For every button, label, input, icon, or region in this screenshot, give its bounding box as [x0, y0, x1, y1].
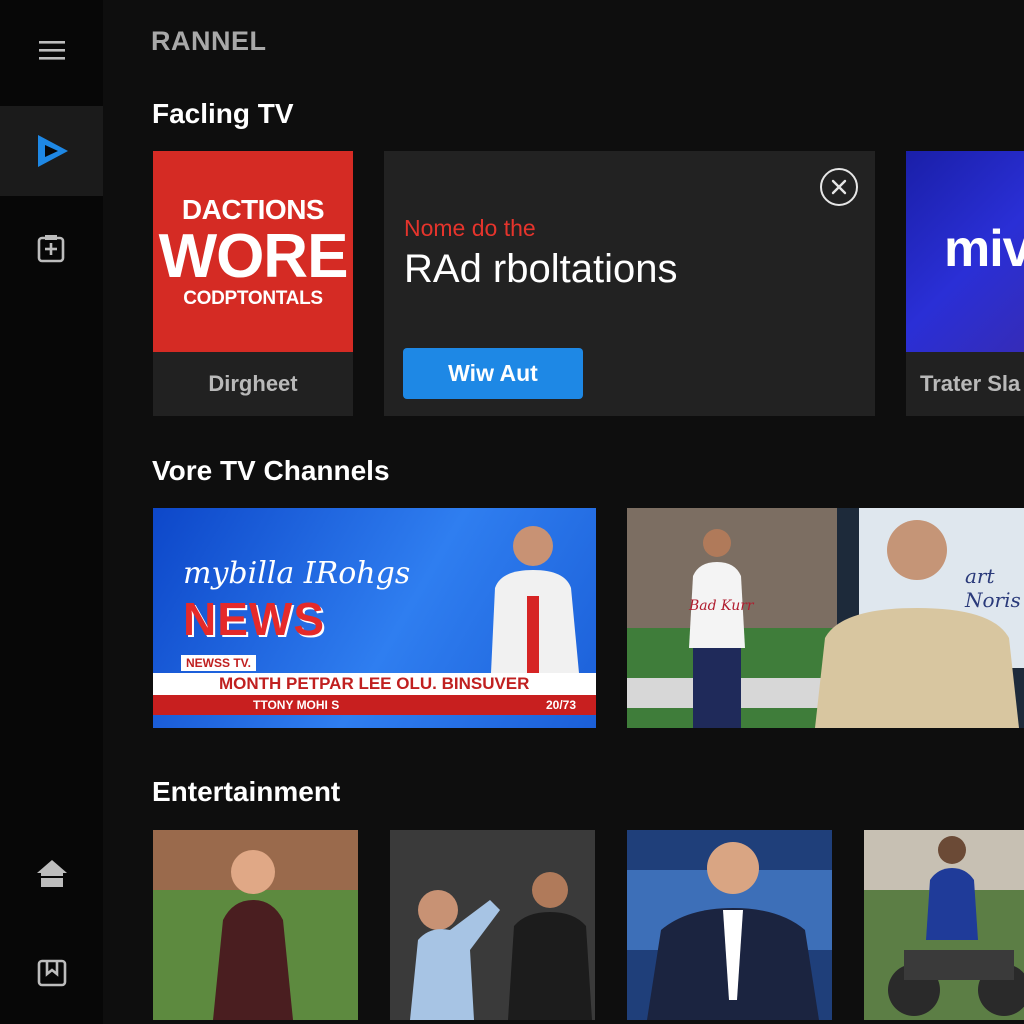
entertainment-thumb-2-image [390, 830, 595, 1020]
promo-close-button[interactable] [820, 168, 858, 206]
artwork-brand-text: miv [944, 220, 1024, 278]
studio-screen-text: art Noris [965, 564, 1021, 612]
sidebar-item-home[interactable] [0, 848, 103, 900]
download-box-icon [37, 959, 66, 987]
sidebar-item-play[interactable] [0, 106, 103, 196]
featured-tile-1-caption: Dirgheet [208, 371, 298, 396]
main-content: RANNEL Facling TV DACTIONS WORE CODPTONT… [103, 0, 1024, 1024]
sidebar-item-downloads[interactable] [0, 946, 103, 998]
news-logo-text: NEWS [183, 593, 325, 645]
artwork-line-2: WORE [158, 221, 349, 291]
featured-tile-3-caption: Trater Sla [920, 371, 1021, 396]
entertainment-thumb-1[interactable] [153, 830, 358, 1020]
news-script-title: mybilla IRohgs [183, 556, 411, 591]
promo-headline: RAd rboltations [404, 247, 678, 291]
section-title-featured: Facling TV [152, 98, 294, 129]
news-subticker-right: 20/73 [545, 698, 576, 712]
featured-tile-3[interactable]: miv Trater Sla [906, 151, 1024, 416]
entertainment-thumb-3[interactable] [627, 830, 832, 1020]
artwork-line-3: CODPTONTALS [183, 287, 323, 309]
promo-kicker: Nome do the [404, 215, 536, 241]
entertainment-thumb-4-image [864, 830, 1024, 1020]
news-subticker: TTONY MOHI S 20/73 [153, 695, 596, 715]
app-brand: RANNEL [151, 26, 267, 56]
close-icon [831, 179, 847, 195]
entertainment-thumb-3-image [627, 830, 832, 1020]
news-ticker: MONTH PETPAR LEE OLU. BINSUVER [153, 673, 596, 695]
promo-cta-button[interactable]: Wiw Aut [403, 348, 583, 399]
featured-tile-1[interactable]: DACTIONS WORE CODPTONTALS Dirgheet [153, 151, 353, 416]
add-box-icon [37, 235, 64, 263]
menu-icon [38, 41, 65, 60]
featured-tile-3-artwork: miv [906, 151, 1024, 352]
artwork-line-1: DACTIONS [181, 193, 325, 225]
play-icon [37, 135, 68, 167]
entertainment-thumb-2[interactable] [390, 830, 595, 1020]
entertainment-thumb-1-image [153, 830, 358, 1020]
news-subticker-left: TTONY MOHI S [253, 698, 340, 712]
sidebar-menu-button[interactable] [0, 24, 103, 76]
promo-card: Nome do the RAd rboltations Wiw Aut [384, 151, 875, 416]
featured-tile-1-artwork: DACTIONS WORE CODPTONTALS [153, 151, 353, 352]
sports-scene [627, 508, 1024, 728]
sidebar [0, 0, 103, 1024]
entertainment-thumb-4[interactable] [864, 830, 1024, 1020]
news-tag: NEWSS TV. [181, 655, 256, 671]
section-title-entertainment: Entertainment [152, 776, 341, 807]
sidebar-item-add[interactable] [0, 222, 103, 274]
home-icon [36, 860, 67, 887]
section-title-channels: Vore TV Channels [152, 455, 390, 486]
news-player-figure [491, 526, 579, 673]
sports-jersey-text: Bad Kurr [689, 598, 754, 614]
channel-thumb-news[interactable]: mybilla IRohgs NEWS NEWSS TV. MONTH PETP… [153, 508, 596, 728]
channel-thumb-sports[interactable]: Bad Kurr art Noris [627, 508, 1024, 728]
